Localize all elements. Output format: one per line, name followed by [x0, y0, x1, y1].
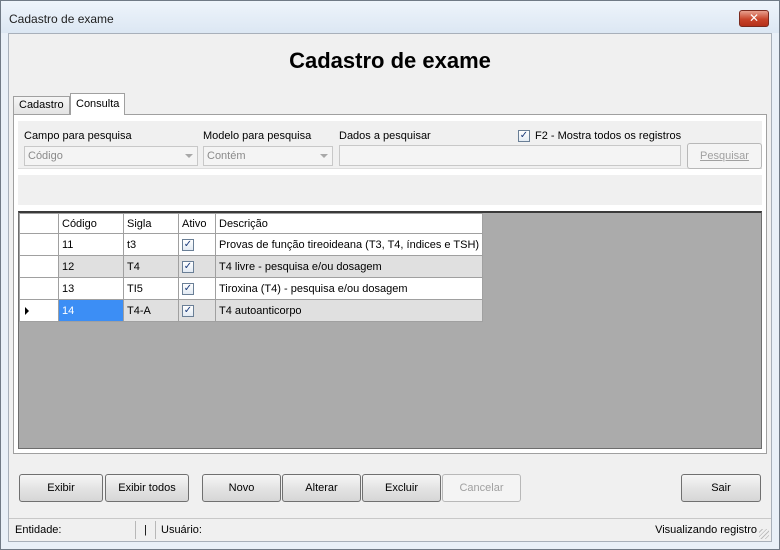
- exibir-todos-button-label: Exibir todos: [118, 482, 176, 494]
- chevron-down-icon: [320, 154, 328, 158]
- excluir-button[interactable]: Excluir: [362, 474, 441, 502]
- sair-button-label: Sair: [711, 482, 731, 494]
- search-field-combo[interactable]: Código: [24, 146, 198, 166]
- exibir-button-label: Exibir: [47, 482, 75, 494]
- status-divider: [155, 521, 156, 539]
- client-area: Cadastro de exame Cadastro Consulta Camp…: [8, 33, 772, 542]
- exibir-button[interactable]: Exibir: [19, 474, 103, 502]
- sair-button[interactable]: Sair: [681, 474, 761, 502]
- title-bar[interactable]: Cadastro de exame ✕: [1, 1, 779, 33]
- novo-button[interactable]: Novo: [202, 474, 281, 502]
- search-data-label: Dados a pesquisar: [339, 130, 431, 142]
- row-pointer-icon: [25, 307, 29, 315]
- cancelar-button[interactable]: Cancelar: [442, 474, 521, 502]
- cell-codigo[interactable]: 12: [58, 255, 124, 278]
- filter-strip: [18, 175, 762, 205]
- exibir-todos-button[interactable]: Exibir todos: [105, 474, 189, 502]
- tab-consulta[interactable]: Consulta: [70, 93, 126, 115]
- consulta-panel: Campo para pesquisa Código Modelo para p…: [13, 114, 767, 454]
- cell-ativo[interactable]: ✓: [178, 255, 216, 278]
- checkbox-checked-icon[interactable]: ✓: [182, 282, 194, 295]
- cell-codigo[interactable]: 11: [58, 233, 124, 256]
- search-field-label: Campo para pesquisa: [24, 130, 132, 142]
- form-title: Cadastro de exame: [289, 48, 491, 73]
- tab-cadastro[interactable]: Cadastro: [13, 96, 70, 115]
- row-header[interactable]: [19, 277, 59, 300]
- search-button-label: Pesquisar: [700, 150, 749, 162]
- cell-codigo[interactable]: 14: [58, 299, 124, 322]
- row-header[interactable]: [19, 299, 59, 322]
- row-header-corner: [19, 213, 59, 234]
- cell-codigo[interactable]: 13: [58, 277, 124, 300]
- show-all-label: F2 - Mostra todos os registros: [535, 130, 682, 142]
- row-header[interactable]: [19, 255, 59, 278]
- column-header-descricao[interactable]: Descrição: [214, 213, 484, 234]
- column-header-sigla[interactable]: Sigla: [123, 213, 179, 234]
- status-divider: [135, 521, 136, 539]
- table-row-selected[interactable]: 14 T4-A ✓ T4 autoanticorpo: [19, 299, 484, 322]
- checkbox-checked-icon[interactable]: ✓: [182, 304, 194, 317]
- status-entidade-label: Entidade:: [15, 524, 62, 536]
- cell-descricao[interactable]: T4 livre - pesquisa e/ou dosagem: [214, 255, 484, 278]
- status-separator-text: |: [144, 524, 147, 536]
- cell-descricao[interactable]: Provas de função tireoideana (T3, T4, ín…: [214, 233, 484, 256]
- cell-ativo[interactable]: ✓: [178, 299, 216, 322]
- column-header-ativo[interactable]: Ativo: [178, 213, 216, 234]
- search-data-input[interactable]: [339, 145, 681, 166]
- checkmark-icon: ✓: [519, 130, 529, 141]
- novo-button-label: Novo: [228, 482, 255, 494]
- cancelar-button-label: Cancelar: [459, 482, 504, 494]
- cell-sigla[interactable]: t3: [123, 233, 179, 256]
- search-model-label: Modelo para pesquisa: [203, 130, 312, 142]
- status-usuario-label: Usuário:: [161, 524, 202, 536]
- table-row[interactable]: 13 TI5 ✓ Tiroxina (T4) - pesquisa e/ou d…: [19, 277, 484, 300]
- excluir-button-label: Excluir: [384, 482, 418, 494]
- chevron-down-icon: [185, 154, 193, 158]
- search-model-combo[interactable]: Contém: [203, 146, 333, 166]
- row-header[interactable]: [19, 233, 59, 256]
- window-title: Cadastro de exame: [9, 12, 114, 26]
- alterar-button-label: Alterar: [305, 482, 338, 494]
- status-mode: Visualizando registro: [655, 524, 757, 536]
- table-row[interactable]: 12 T4 ✓ T4 livre - pesquisa e/ou dosagem: [19, 255, 484, 278]
- close-button[interactable]: ✕: [739, 10, 769, 27]
- alterar-button[interactable]: Alterar: [282, 474, 361, 502]
- main-window: Cadastro de exame ✕ Cadastro de exame Ca…: [0, 0, 780, 550]
- search-field-value: Código: [28, 150, 63, 162]
- results-grid: Código Sigla Ativo Descrição 11 t3 ✓ Pro…: [18, 211, 762, 449]
- cell-descricao[interactable]: Tiroxina (T4) - pesquisa e/ou dosagem: [214, 277, 484, 300]
- search-group: Campo para pesquisa Código Modelo para p…: [18, 121, 762, 169]
- status-bar: Entidade: | Usuário: Visualizando regist…: [9, 518, 771, 541]
- header-row: Código Sigla Ativo Descrição: [19, 213, 484, 234]
- cell-sigla[interactable]: T4: [123, 255, 179, 278]
- resize-grip-icon[interactable]: [759, 529, 769, 539]
- checkbox-checked-icon[interactable]: ✓: [182, 260, 194, 273]
- checkbox-checked-icon[interactable]: ✓: [182, 238, 194, 251]
- close-icon: ✕: [748, 11, 760, 25]
- show-all-checkbox[interactable]: ✓: [518, 130, 530, 142]
- search-button[interactable]: Pesquisar: [687, 143, 762, 169]
- cell-ativo[interactable]: ✓: [178, 277, 216, 300]
- results-table: Código Sigla Ativo Descrição 11 t3 ✓ Pro…: [19, 213, 484, 322]
- search-model-value: Contém: [207, 150, 246, 162]
- cell-ativo[interactable]: ✓: [178, 233, 216, 256]
- cell-descricao[interactable]: T4 autoanticorpo: [214, 299, 484, 322]
- column-header-codigo[interactable]: Código: [58, 213, 124, 234]
- cell-sigla[interactable]: TI5: [123, 277, 179, 300]
- cell-sigla[interactable]: T4-A: [123, 299, 179, 322]
- table-row[interactable]: 11 t3 ✓ Provas de função tireoideana (T3…: [19, 233, 484, 256]
